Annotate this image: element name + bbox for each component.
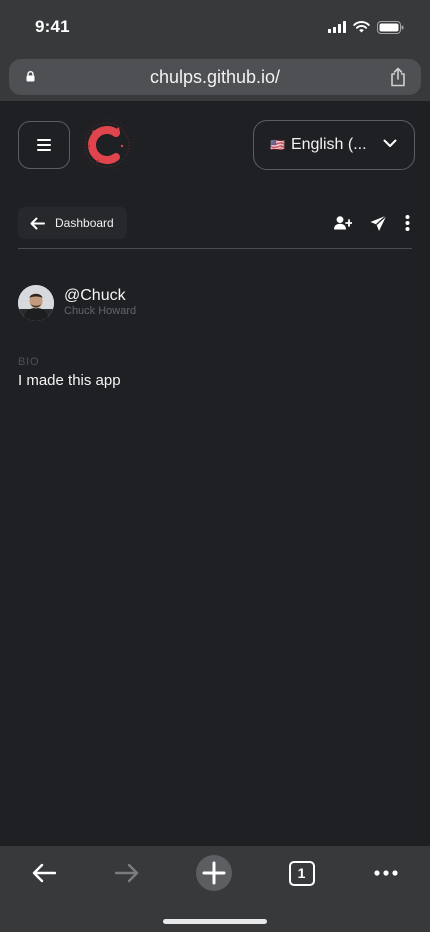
tabs-icon: 1 <box>288 860 315 886</box>
back-button-label: Dashboard <box>55 216 114 230</box>
more-vertical-icon[interactable] <box>405 215 410 231</box>
plus-icon <box>196 855 232 891</box>
browser-back-button[interactable] <box>31 860 57 886</box>
bio-text: I made this app <box>18 372 121 389</box>
chevron-down-icon <box>383 139 397 147</box>
language-select[interactable]: 🇺🇸 English (... <box>253 120 415 170</box>
profile-full-name: Chuck Howard <box>64 305 137 317</box>
cellular-signal-icon <box>328 21 346 33</box>
more-horizontal-icon <box>374 870 398 876</box>
home-indicator <box>163 919 267 924</box>
address-bar[interactable]: chulps.github.io/ <box>9 59 421 95</box>
add-user-icon[interactable] <box>334 216 352 230</box>
status-icons <box>328 20 404 34</box>
battery-icon <box>377 20 404 34</box>
url-text: chulps.github.io/ <box>149 67 281 87</box>
share-icon[interactable] <box>390 67 406 87</box>
tabs-button[interactable]: 1 <box>288 860 315 886</box>
back-to-dashboard-button[interactable]: Dashboard <box>18 207 127 239</box>
send-icon[interactable] <box>370 214 387 232</box>
language-label: English (... <box>290 136 367 153</box>
divider <box>18 248 412 249</box>
browser-top-bar: 9:41 chulps.github.io/ <box>0 0 430 101</box>
browser-more-button[interactable] <box>373 860 399 886</box>
arrow-right-icon <box>115 863 139 883</box>
status-time: 9:41 <box>35 17 70 36</box>
hamburger-icon <box>37 139 51 151</box>
arrow-left-icon <box>32 863 56 883</box>
us-flag-icon: 🇺🇸 <box>270 138 285 152</box>
browser-bottom-bar: 1 <box>0 846 430 932</box>
tab-count: 1 <box>297 865 306 881</box>
status-bar: 9:41 <box>0 0 430 52</box>
profile-handle: @Chuck <box>64 287 126 304</box>
avatar <box>18 285 54 321</box>
wifi-icon <box>353 21 370 33</box>
profile-actions <box>334 213 410 233</box>
new-tab-button[interactable] <box>196 855 232 891</box>
bio-label: BIO <box>18 356 40 368</box>
menu-button[interactable] <box>18 121 70 169</box>
app-logo[interactable] <box>78 116 136 174</box>
browser-forward-button[interactable] <box>114 860 140 886</box>
arrow-left-icon <box>30 217 45 229</box>
